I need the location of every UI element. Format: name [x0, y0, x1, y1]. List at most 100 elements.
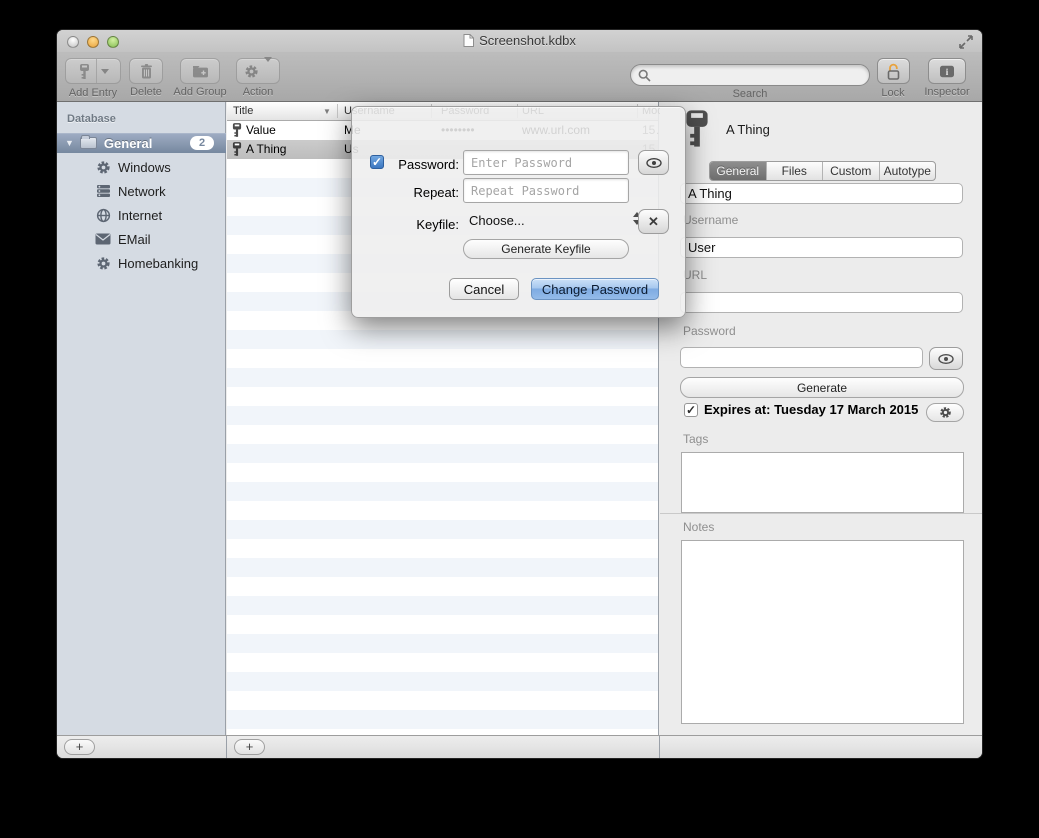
generate-password-button[interactable]: Generate [680, 377, 964, 398]
inspector-button[interactable]: i [928, 58, 966, 84]
key-icon [232, 122, 242, 138]
sidebar: Database ▼ General 2 Windows [57, 102, 226, 735]
tab-files[interactable]: Files [767, 162, 824, 180]
sidebar-group-label: General [104, 136, 152, 151]
notes-label: Notes [683, 520, 714, 534]
chevron-down-icon [264, 57, 272, 79]
plus-icon: + [246, 739, 254, 754]
inspector-panel: A Thing General Files Custom Autotype Us… [660, 102, 982, 735]
generate-keyfile-button[interactable]: Generate Keyfile [463, 239, 629, 259]
password-field[interactable] [680, 347, 923, 368]
sidebar-item-label: EMail [118, 232, 151, 247]
tab-general[interactable]: General [710, 162, 767, 180]
gear-icon [94, 256, 112, 271]
fullscreen-icon[interactable] [958, 34, 974, 50]
pane-divider [659, 736, 660, 758]
delete-group: Delete [127, 58, 165, 98]
trash-icon [140, 64, 153, 79]
title-field[interactable] [680, 183, 963, 204]
window-title: Screenshot.kdbx [479, 33, 576, 48]
username-label: Username [683, 213, 738, 227]
show-password-button[interactable] [929, 347, 963, 370]
key-icon [232, 141, 242, 157]
action-group: Action [236, 58, 280, 98]
password-input[interactable] [463, 150, 629, 175]
action-button[interactable] [236, 58, 280, 84]
change-password-button[interactable]: Change Password [531, 278, 659, 300]
tab-autotype[interactable]: Autotype [880, 162, 936, 180]
show-password-button[interactable] [638, 150, 669, 175]
add-entry-plus-button[interactable]: + [234, 739, 265, 755]
document-icon [463, 34, 474, 47]
title-bar[interactable]: Screenshot.kdbx [57, 30, 982, 52]
cell-title: Value [246, 123, 276, 137]
chevron-down-icon [101, 69, 109, 74]
action-label: Action [236, 86, 280, 98]
add-entry-dropdown[interactable] [96, 59, 113, 83]
cancel-button[interactable]: Cancel [449, 278, 519, 300]
generate-label: Generate [797, 381, 847, 395]
entry-count-badge: 2 [190, 136, 214, 150]
tab-custom[interactable]: Custom [823, 162, 880, 180]
search-label: Search [630, 88, 870, 100]
plus-icon: + [76, 739, 84, 754]
sidebar-item-label: Network [118, 184, 166, 199]
column-header-title[interactable]: Title [233, 105, 253, 117]
window-title-area: Screenshot.kdbx [57, 33, 982, 48]
server-icon [94, 184, 112, 198]
username-field[interactable] [680, 237, 963, 258]
folder-plus-icon [192, 65, 209, 78]
lock-label: Lock [873, 87, 913, 99]
repeat-label: Repeat: [359, 185, 459, 200]
add-group-button[interactable] [180, 58, 220, 84]
change-password-label: Change Password [542, 282, 648, 297]
delete-button[interactable] [129, 58, 163, 84]
sort-descending-icon: ▼ [323, 107, 331, 116]
inspector-entry-title: A Thing [726, 122, 770, 137]
url-label: URL [683, 268, 707, 282]
desktop-background: Screenshot.kdbx Add Entry [0, 0, 1039, 838]
sidebar-item-label: Windows [118, 160, 171, 175]
expires-text: Expires at: Tuesday 17 March 2015 [704, 402, 918, 417]
search-input[interactable] [655, 68, 869, 82]
sidebar-item-label: Homebanking [118, 256, 198, 271]
keyfile-combobox[interactable]: Choose... [463, 210, 641, 232]
sidebar-item-network[interactable]: Network [57, 179, 226, 203]
clear-keyfile-button[interactable]: ✕ [638, 209, 669, 234]
search-icon [638, 69, 651, 82]
sidebar-section-header: Database [67, 113, 116, 125]
keyfile-value: Choose... [469, 213, 525, 228]
lock-button[interactable] [877, 58, 910, 84]
action-dropdown[interactable] [259, 62, 277, 80]
tags-label: Tags [683, 432, 708, 446]
password-label: Password: [359, 157, 459, 172]
sidebar-item-windows[interactable]: Windows [57, 155, 226, 179]
disclosure-triangle-icon[interactable]: ▼ [65, 138, 74, 148]
sidebar-group-general[interactable]: ▼ General 2 [57, 133, 226, 153]
gear-icon [94, 160, 112, 175]
close-icon: ✕ [648, 214, 659, 230]
notes-input[interactable] [681, 540, 964, 724]
tags-input[interactable] [681, 452, 964, 513]
lock-open-icon [886, 63, 901, 80]
sidebar-item-homebanking[interactable]: Homebanking [57, 251, 226, 275]
app-window: Screenshot.kdbx Add Entry [57, 30, 982, 758]
pane-divider [226, 736, 227, 758]
add-group-plus-button[interactable]: + [64, 739, 95, 755]
key-icon [73, 63, 96, 80]
gear-icon [939, 406, 952, 419]
search-field[interactable] [630, 64, 870, 86]
sidebar-item-email[interactable]: EMail [57, 227, 226, 251]
sidebar-item-internet[interactable]: Internet [57, 203, 226, 227]
folder-icon [80, 137, 97, 149]
column-divider[interactable] [337, 104, 338, 118]
keyfile-label: Keyfile: [359, 217, 459, 232]
expires-settings-button[interactable] [926, 403, 964, 422]
add-group-group: Add Group [170, 58, 230, 98]
expires-checkbox[interactable]: ✓ [684, 403, 698, 417]
add-entry-button[interactable] [65, 58, 121, 84]
bottom-bar: + + [57, 735, 982, 758]
url-field[interactable] [680, 292, 963, 313]
repeat-input[interactable] [463, 178, 629, 203]
envelope-icon [94, 233, 112, 245]
